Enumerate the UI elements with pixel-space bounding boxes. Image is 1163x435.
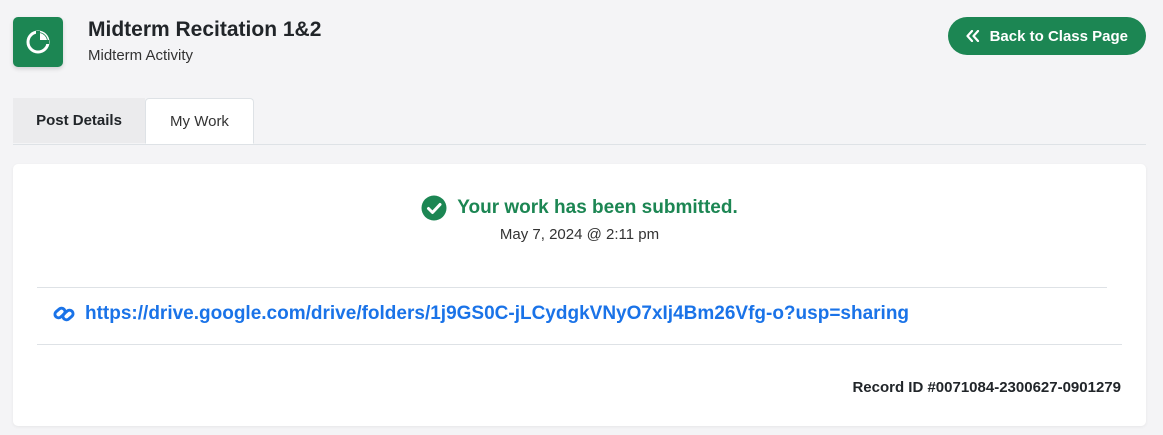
- submission-timestamp: May 7, 2024 @ 2:11 pm: [499, 226, 660, 243]
- pie-chart-icon: [13, 17, 63, 67]
- page-subtitle: Midterm Activity: [88, 47, 194, 64]
- divider: [37, 287, 1107, 288]
- back-to-class-button[interactable]: Back to Class Page: [947, 17, 1146, 55]
- page-header: Midterm Recitation 1&2 Midterm Activity …: [13, 16, 1146, 68]
- tab-bar: Post Details My Work: [13, 98, 1146, 145]
- divider: [37, 344, 1122, 345]
- submission-card: Your work has been submitted. May 7, 202…: [13, 164, 1146, 426]
- page-title: Midterm Recitation 1&2: [88, 18, 322, 41]
- back-button-label: Back to Class Page: [989, 27, 1128, 45]
- tab-post-details[interactable]: Post Details: [13, 98, 145, 143]
- submission-status: Your work has been submitted.: [13, 195, 1146, 221]
- tab-label: Post Details: [36, 112, 122, 129]
- tab-my-work[interactable]: My Work: [145, 98, 254, 144]
- status-text: Your work has been submitted.: [457, 197, 738, 218]
- record-id: Record ID #0071084-2300627-0901279: [852, 379, 1121, 396]
- check-circle-icon: [421, 195, 447, 221]
- submission-link[interactable]: https://drive.google.com/drive/folders/1…: [53, 303, 909, 325]
- tab-label: My Work: [170, 112, 229, 130]
- double-chevron-left-icon: [965, 30, 980, 42]
- link-url: https://drive.google.com/drive/folders/1…: [85, 303, 910, 324]
- title-block: Midterm Recitation 1&2 Midterm Activity: [88, 16, 321, 64]
- link-icon: [53, 304, 75, 324]
